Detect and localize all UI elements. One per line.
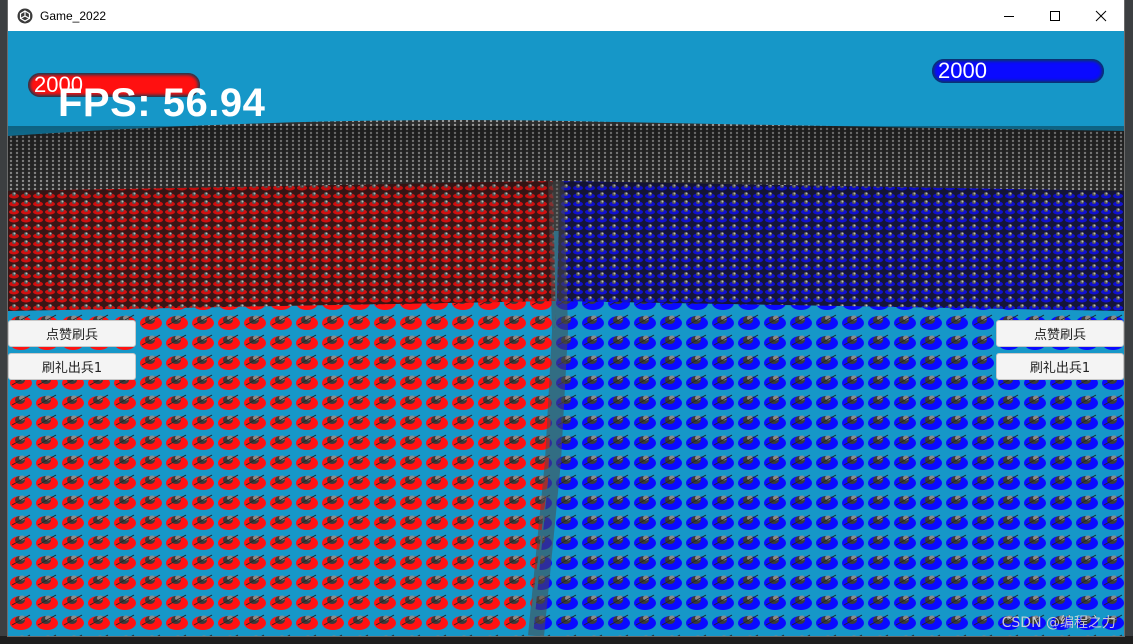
title-bar[interactable]: Game_2022: [8, 0, 1124, 31]
maximize-icon: [1050, 10, 1060, 21]
game-viewport[interactable]: 2000 2000 FPS: 56.94 点赞刷兵 刷礼出兵1 点赞刷兵 刷礼出…: [8, 31, 1124, 636]
minimize-icon: [1004, 15, 1014, 17]
window-title: Game_2022: [40, 8, 107, 23]
left-gift-spawn-button[interactable]: 刷礼出兵1: [8, 353, 136, 380]
desktop-background-bottom: [0, 636, 1133, 644]
left-like-spawn-button[interactable]: 点赞刷兵: [8, 320, 136, 347]
blue-team-hp-bar: 2000: [932, 59, 1104, 83]
close-button[interactable]: [1078, 0, 1124, 31]
desktop-background-right: [1124, 0, 1133, 644]
fps-counter: FPS: 56.94: [58, 81, 266, 125]
blue-army-near: [533, 301, 1124, 636]
desktop-background-left: [0, 0, 8, 644]
unity-logo-icon: [17, 8, 33, 23]
maximize-button[interactable]: [1032, 0, 1078, 31]
close-icon: [1095, 10, 1107, 21]
csdn-watermark: CSDN @编程之力: [1001, 615, 1116, 631]
right-like-spawn-button[interactable]: 点赞刷兵: [996, 320, 1124, 347]
window-controls: [986, 0, 1124, 31]
game-window: Game_2022 2000 2000 FPS: 56.94 点赞刷兵 刷礼出兵…: [8, 0, 1124, 636]
red-army-near: [8, 301, 556, 636]
distance-haze: [8, 126, 1124, 206]
minimize-button[interactable]: [986, 0, 1032, 31]
right-gift-spawn-button[interactable]: 刷礼出兵1: [996, 353, 1124, 380]
